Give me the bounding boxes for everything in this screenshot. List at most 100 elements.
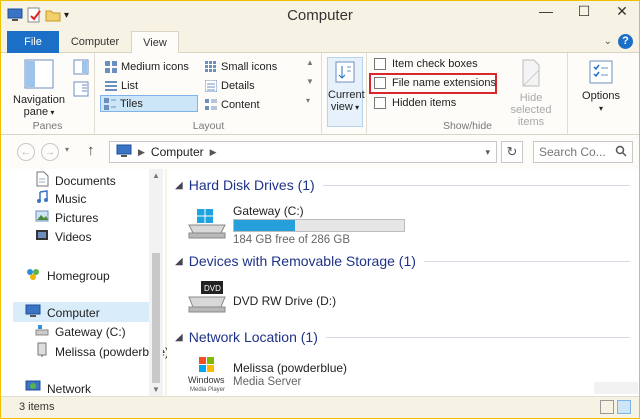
minimize-button[interactable]: — [533, 3, 559, 20]
panes-group: Navigation pane ▾ Panes [1, 53, 95, 135]
layout-content[interactable]: Content [202, 96, 263, 113]
drive-c-name[interactable]: Gateway (C:) [233, 204, 304, 218]
recent-locations-chevron-icon[interactable]: ▾ [65, 145, 69, 154]
file-name-extensions-label: File name extensions [392, 77, 496, 89]
small-icons-icon [205, 60, 217, 73]
details-pane-icon[interactable] [73, 81, 89, 100]
layout-tiles[interactable]: Tiles [100, 95, 198, 112]
maximize-button[interactable]: ☐ [571, 3, 597, 20]
forward-button[interactable]: → [41, 143, 59, 161]
file-name-extensions-checkbox[interactable] [374, 77, 386, 89]
nav-item-computer[interactable]: Computer [25, 304, 100, 321]
nav-item-documents[interactable]: Documents [35, 171, 116, 190]
nav-item-gateway-c[interactable]: Gateway (C:) [35, 323, 126, 340]
layout-content-label: Content [221, 98, 260, 111]
network-location-type: Media Server [233, 376, 302, 388]
nav-item-music[interactable]: Music [35, 190, 86, 207]
navigation-pane-label: Navigation [13, 94, 65, 106]
breadcrumb-computer[interactable]: Computer [151, 145, 204, 159]
explorer-window: ▾ Computer — ☐ ✕ File Computer View ⌄ ? … [0, 0, 640, 419]
options-group: Options ▾ [569, 53, 639, 135]
list-icon [105, 80, 117, 92]
file-name-extensions-option[interactable]: File name extensions [374, 77, 496, 89]
hidden-items-option[interactable]: Hidden items [374, 97, 456, 109]
search-input[interactable]: Search Co... [533, 141, 633, 163]
close-button[interactable]: ✕ [609, 3, 635, 20]
options-button[interactable]: Options ▾ [573, 59, 629, 114]
layout-tiles-label: Tiles [120, 97, 143, 110]
section-title: Hard Disk Drives (1) [188, 177, 315, 193]
content-resize-corner [594, 382, 638, 394]
content-icon [205, 98, 217, 111]
ribbon-tabs: File Computer View ⌄ ? [1, 31, 639, 54]
nav-scrollbar-thumb[interactable] [152, 253, 160, 383]
scroll-up-icon[interactable]: ▲ [149, 171, 163, 180]
layout-list[interactable]: List [102, 77, 141, 94]
layout-expand-icon[interactable]: ▾ [306, 96, 310, 105]
details-icon [204, 79, 218, 92]
search-placeholder: Search Co... [539, 145, 606, 159]
nav-item-network[interactable]: Network [25, 380, 91, 397]
tab-computer[interactable]: Computer [63, 31, 127, 53]
details-view-icon[interactable] [600, 400, 614, 414]
back-button[interactable]: ← [17, 143, 35, 161]
tab-view[interactable]: View [131, 31, 179, 54]
breadcrumb-separator-icon[interactable]: ▶ [138, 147, 145, 158]
hidden-items-checkbox[interactable] [374, 97, 386, 109]
current-view-label-2: view [330, 101, 353, 113]
network-server-icon [35, 342, 49, 361]
nav-item-homegroup[interactable]: Homegroup [25, 266, 110, 285]
medium-icons-icon [105, 60, 117, 73]
search-icon [615, 145, 627, 160]
refresh-button[interactable]: ↻ [501, 141, 523, 163]
navigation-pane-icon [11, 59, 67, 92]
collapse-chevron-icon[interactable]: ◢ [175, 332, 183, 343]
drive-c-usage-fill [234, 220, 295, 231]
windows-logo-text: Windows [188, 375, 225, 385]
dvd-drive-name[interactable]: DVD RW Drive (D:) [233, 294, 336, 308]
scroll-down-icon[interactable]: ▼ [149, 385, 163, 394]
breadcrumb-separator-icon[interactable]: ▶ [210, 147, 217, 158]
address-input[interactable]: ▶ Computer ▶ ▾ [109, 141, 497, 163]
navigation-pane-button[interactable]: Navigation pane ▾ [11, 59, 67, 118]
media-player-logo-text: Media Player [190, 387, 225, 393]
drive-c-usage-bar [233, 219, 405, 232]
collapse-chevron-icon[interactable]: ◢ [175, 256, 183, 267]
item-check-boxes-option[interactable]: Item check boxes [374, 58, 478, 70]
address-dropdown-chevron-icon[interactable]: ▾ [485, 147, 490, 158]
computer-icon [116, 144, 132, 161]
collapse-ribbon-chevron-icon[interactable]: ⌄ [604, 36, 612, 47]
panes-group-label: Panes [32, 120, 63, 132]
layout-scroll-down-icon[interactable]: ▼ [306, 77, 314, 86]
nav-scrollbar[interactable]: ▲ ▼ [149, 169, 163, 396]
network-location-name[interactable]: Melissa (powderblue) [233, 361, 347, 375]
hide-selected-icon [498, 59, 564, 90]
section-removable-storage[interactable]: ◢ Devices with Removable Storage (1) [175, 253, 630, 269]
nav-item-pictures[interactable]: Pictures [35, 209, 98, 226]
navigation-pane-label-2: pane [23, 106, 49, 118]
layout-scroll-up-icon[interactable]: ▲ [306, 58, 314, 67]
options-icon [573, 59, 629, 88]
section-network-location[interactable]: ◢ Network Location (1) [175, 329, 630, 345]
drive-icon [35, 323, 49, 340]
section-title: Devices with Removable Storage (1) [188, 253, 416, 269]
up-button[interactable]: ↑ [87, 142, 95, 159]
nav-item-label: Computer [47, 305, 100, 320]
item-check-boxes-checkbox[interactable] [374, 58, 386, 70]
status-bar: 3 items [1, 396, 639, 418]
dvd-drive-icon: DVD [185, 279, 229, 318]
tab-file[interactable]: File [7, 31, 59, 53]
section-hard-disk-drives[interactable]: ◢ Hard Disk Drives (1) [175, 177, 630, 193]
hide-selected-items-button[interactable]: Hide selected items [498, 59, 564, 128]
large-icons-view-icon[interactable] [617, 400, 631, 414]
preview-pane-icon[interactable] [73, 59, 89, 78]
nav-item-label: Videos [55, 229, 92, 244]
layout-small-icons[interactable]: Small icons [202, 58, 280, 75]
collapse-chevron-icon[interactable]: ◢ [175, 180, 183, 191]
nav-item-videos[interactable]: Videos [35, 228, 91, 245]
layout-details[interactable]: Details [202, 77, 258, 94]
window-controls: — ☐ ✕ [533, 3, 635, 20]
layout-medium-icons[interactable]: Medium icons [102, 58, 192, 75]
help-icon[interactable]: ? [618, 34, 633, 49]
current-view-button[interactable]: Current view ▾ [327, 57, 365, 127]
